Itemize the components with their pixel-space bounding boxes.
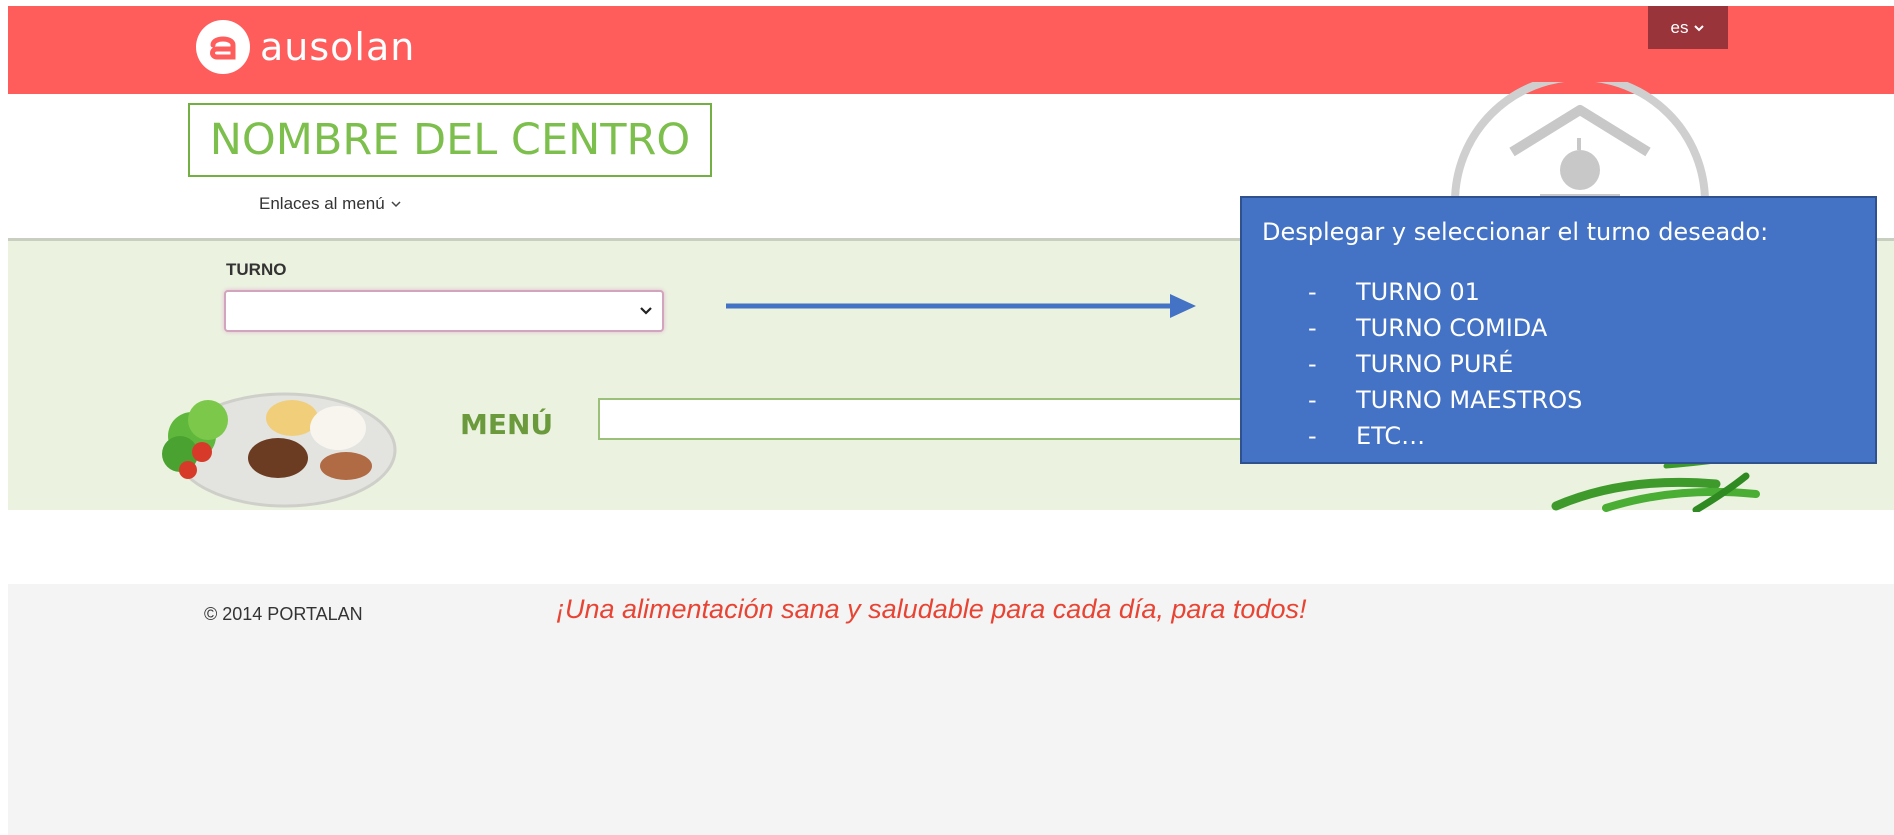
bullet-dash: - [1308, 422, 1317, 450]
bullet-dash: - [1308, 350, 1317, 378]
page-title: NOMBRE DEL CENTRO [209, 115, 691, 165]
footer: © 2014 PORTALAN ¡Una alimentación sana y… [8, 584, 1894, 835]
language-selector[interactable]: es [1648, 6, 1728, 49]
list-item: - ETC… [1308, 418, 1582, 454]
list-item-label: TURNO MAESTROS [1356, 386, 1583, 414]
ausolan-logo-icon [196, 20, 250, 74]
menu-links-dropdown[interactable]: Enlaces al menú [259, 194, 402, 214]
menu-field[interactable] [598, 398, 1258, 440]
page: ausolan es NOMBRE DEL CENTRO Enlaces al … [8, 6, 1894, 835]
list-item: - TURNO 01 [1308, 274, 1582, 310]
turno-select[interactable] [224, 290, 664, 332]
chevron-down-icon [391, 201, 401, 208]
list-item-label: TURNO 01 [1356, 278, 1480, 306]
arrow-right-icon [726, 294, 1196, 318]
chevron-down-icon [1694, 24, 1705, 31]
food-plate-image [150, 374, 400, 514]
bullet-dash: - [1308, 278, 1317, 306]
house-apple-icon [1440, 82, 1710, 202]
chevron-down-icon [640, 307, 652, 315]
language-code: es [1670, 17, 1689, 37]
menu-label: MENÚ [460, 408, 554, 441]
list-item-label: TURNO PURÉ [1356, 350, 1514, 378]
list-item-label: TURNO COMIDA [1356, 314, 1548, 342]
brand-logo[interactable]: ausolan [196, 19, 415, 75]
bullet-dash: - [1308, 314, 1317, 342]
top-header: ausolan es [8, 6, 1894, 94]
list-item: - TURNO MAESTROS [1308, 382, 1582, 418]
instruction-callout: Desplegar y seleccionar el turno deseado… [1240, 196, 1877, 464]
copyright-text: © 2014 PORTALAN [204, 604, 363, 624]
brand-name: ausolan [260, 25, 416, 69]
turno-label: TURNO [226, 260, 287, 279]
list-item: - TURNO COMIDA [1308, 310, 1582, 346]
turno-options-list: - TURNO 01 - TURNO COMIDA - TURNO PURÉ - TUR… [1308, 274, 1582, 454]
center-name-box: NOMBRE DEL CENTRO [188, 103, 712, 177]
slogan-text: ¡Una alimentación sana y saludable para … [556, 594, 1307, 624]
callout-title: Desplegar y seleccionar el turno deseado… [1262, 218, 1769, 246]
list-item: - TURNO PURÉ [1308, 346, 1582, 382]
list-item-label: ETC… [1356, 422, 1426, 450]
bullet-dash: - [1308, 386, 1317, 414]
menu-links-label: Enlaces al menú [259, 194, 385, 213]
